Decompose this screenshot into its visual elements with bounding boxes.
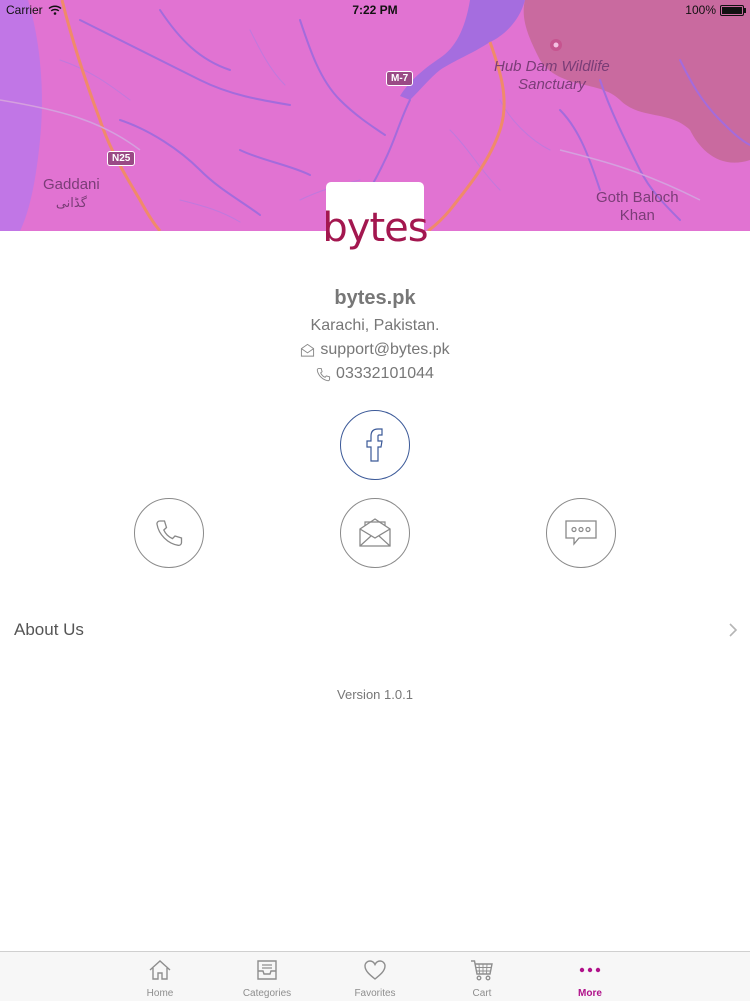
tray-icon (257, 960, 277, 980)
facebook-icon (366, 428, 383, 462)
status-bar: Carrier 7:22 PM 100% (0, 0, 750, 20)
tab-more[interactable]: More (540, 952, 640, 1001)
map-label-goth-baloch: Goth Baloch Khan (596, 189, 679, 224)
phone-small-icon (316, 367, 331, 381)
email-button[interactable] (340, 498, 410, 568)
battery-status: 100% (685, 3, 746, 17)
message-button[interactable] (546, 498, 616, 568)
tab-categories[interactable]: Categories (217, 952, 317, 1001)
phone-icon (156, 520, 183, 546)
tab-bar: Home Categories Favorites Cart More (0, 951, 750, 1001)
company-phone[interactable]: 03332101044 (0, 365, 750, 383)
company-name: bytes.pk (334, 287, 416, 309)
envelope-icon (359, 518, 391, 547)
company-email[interactable]: support@bytes.pk (0, 341, 750, 359)
facebook-button[interactable] (340, 410, 410, 480)
chevron-right-icon (729, 623, 738, 637)
company-logo: bytes (322, 182, 429, 254)
battery-icon (720, 4, 746, 16)
company-location: Karachi, Pakistan. (310, 317, 440, 334)
logo-text: bytes (322, 205, 428, 251)
tab-favorites[interactable]: Favorites (325, 952, 425, 1001)
about-us-row[interactable]: About Us (0, 610, 750, 652)
call-button[interactable] (134, 498, 204, 568)
message-icon (565, 520, 597, 546)
road-shield-n25: N25 (107, 151, 136, 166)
tab-home[interactable]: Home (110, 952, 210, 1001)
envelope-small-icon (301, 343, 315, 357)
cart-icon (471, 960, 493, 981)
map-label-gaddani: Gaddani گڈانی (43, 176, 100, 210)
road-shield-m7: M-7 (386, 71, 414, 86)
map-label-hub-dam: Hub Dam Wildlife Sanctuary (494, 58, 610, 93)
more-icon (579, 967, 601, 973)
home-icon (149, 960, 171, 980)
about-us-label: About Us (14, 620, 84, 639)
version-label: Version 1.0.1 (337, 687, 413, 702)
heart-icon (364, 960, 386, 980)
status-time: 7:22 PM (352, 3, 398, 17)
tab-cart[interactable]: Cart (432, 952, 532, 1001)
